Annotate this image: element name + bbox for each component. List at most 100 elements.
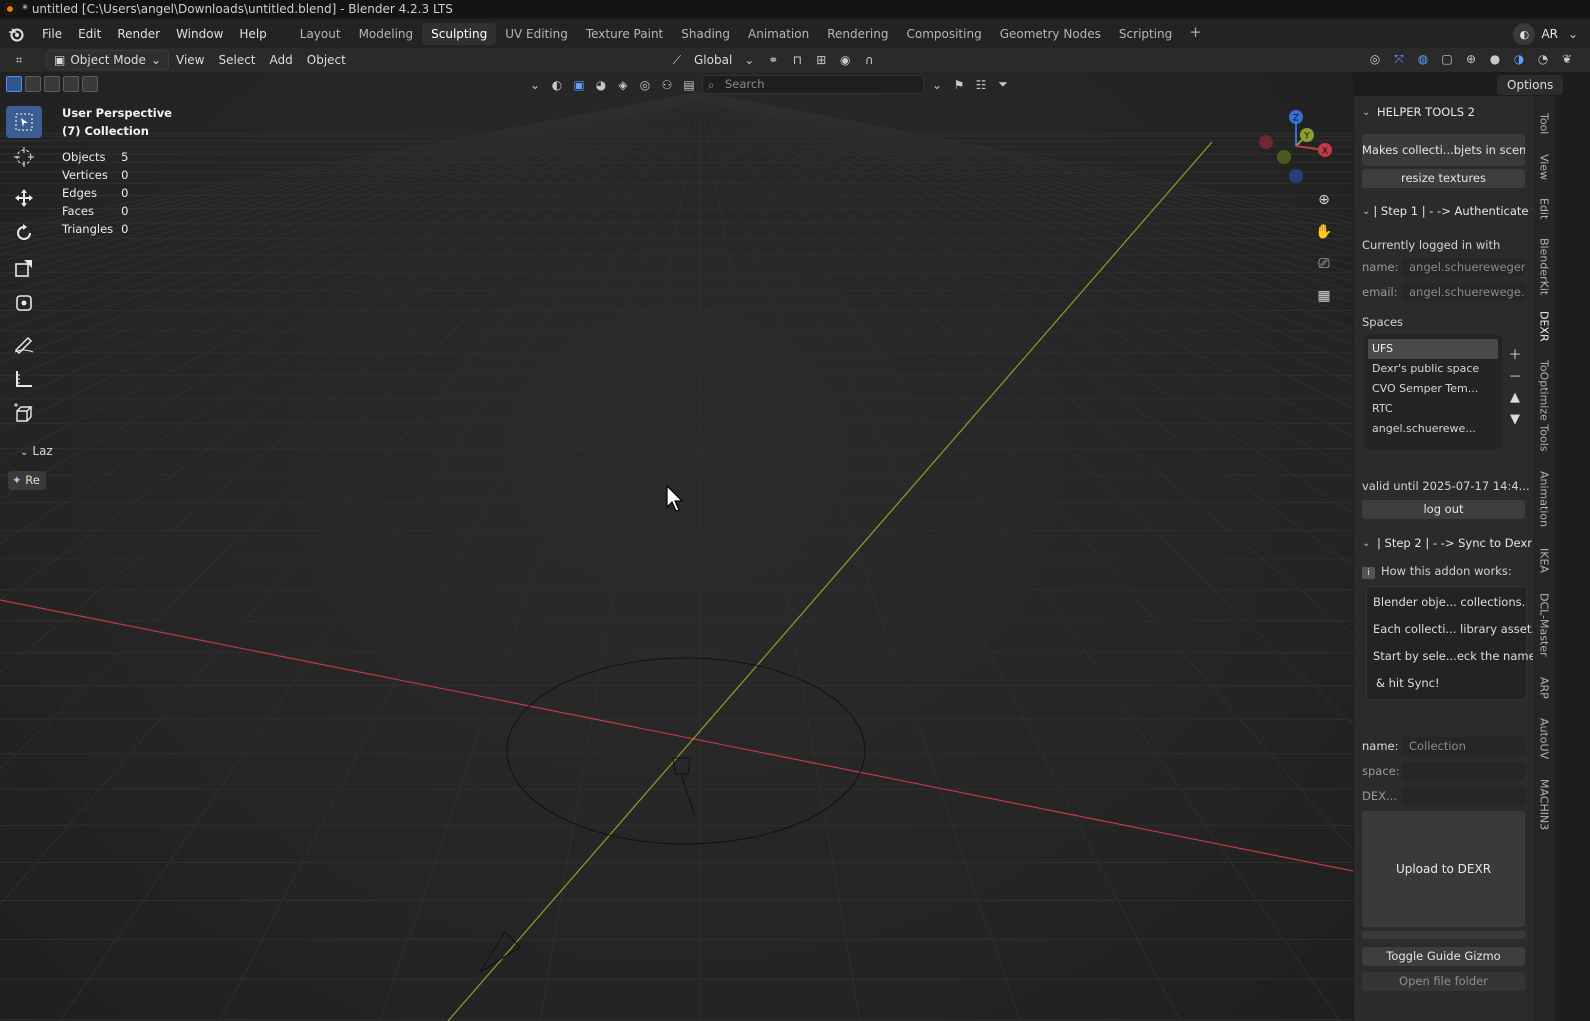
select-box-tool-icon[interactable]: [6, 106, 42, 138]
filter-icon[interactable]: ⏷: [994, 76, 1012, 94]
move-down-icon[interactable]: ▼: [1506, 412, 1524, 427]
camera-view-icon[interactable]: ⎚: [1313, 254, 1335, 274]
transform-tool-icon[interactable]: [6, 287, 42, 319]
tab-edit[interactable]: Edit: [1533, 190, 1555, 228]
menu-window[interactable]: Window: [168, 23, 231, 45]
chevron-down-icon[interactable]: ⌄: [526, 76, 544, 94]
tab-layout[interactable]: Layout: [291, 23, 350, 45]
list-item[interactable]: Dexr's public space: [1368, 359, 1498, 379]
menu-file[interactable]: File: [34, 23, 70, 45]
orientation-dropdown[interactable]: Global: [692, 50, 734, 70]
color-icon[interactable]: ◐: [548, 76, 566, 94]
spaces-list[interactable]: UFS Dexr's public space CVO Semper Tem..…: [1364, 335, 1502, 449]
add-icon[interactable]: ＋: [1506, 346, 1524, 363]
tab-dexr[interactable]: DEXR: [1533, 304, 1555, 348]
display-mode-icon[interactable]: ☷: [972, 76, 990, 94]
add-workspace-icon[interactable]: +: [1181, 23, 1210, 45]
tab-scripting[interactable]: Scripting: [1110, 23, 1181, 45]
visibility-icon[interactable]: ◎: [1366, 50, 1384, 68]
add-cube-tool-icon[interactable]: [6, 398, 42, 430]
rendered-shading-icon[interactable]: ◔: [1534, 50, 1552, 68]
make-collections-button[interactable]: Makes collecti...bjets in scene: [1362, 134, 1525, 166]
select-extend-icon[interactable]: [25, 76, 41, 92]
tab-texture-paint[interactable]: Texture Paint: [577, 23, 672, 45]
rotate-tool-icon[interactable]: [6, 217, 42, 249]
measure-tool-icon[interactable]: [6, 363, 42, 395]
ortho-grid-icon[interactable]: ▦: [1313, 286, 1335, 306]
object-filter-icon[interactable]: ▣: [570, 76, 588, 94]
tab-animation-panel[interactable]: Animation: [1533, 464, 1555, 534]
scene-name[interactable]: AR: [1541, 27, 1558, 41]
chevron-down-icon[interactable]: ⌄: [740, 51, 758, 69]
menu-help[interactable]: Help: [231, 23, 274, 45]
list-item[interactable]: angel.schuerewe...: [1368, 419, 1498, 439]
overlay-icon[interactable]: ◍: [1414, 50, 1432, 68]
tab-dcl-master[interactable]: DCL-Master: [1533, 586, 1555, 664]
email-field[interactable]: angel.schuerewege...: [1402, 283, 1525, 301]
tab-modeling[interactable]: Modeling: [350, 23, 423, 45]
search-input[interactable]: ⌕ Search: [702, 75, 924, 94]
material-icon[interactable]: ◈: [614, 76, 632, 94]
collection-name-field[interactable]: Collection: [1402, 737, 1525, 755]
world-icon[interactable]: ◎: [636, 76, 654, 94]
gizmo-icon[interactable]: ⤧: [1390, 50, 1408, 68]
menu-view[interactable]: View: [169, 50, 211, 70]
tab-arp[interactable]: ARP: [1533, 670, 1555, 706]
proportional-edit-icon[interactable]: ◉: [836, 51, 854, 69]
upload-to-dexr-button[interactable]: Upload to DEXR: [1362, 811, 1525, 927]
tab-shading[interactable]: Shading: [672, 23, 739, 45]
solid-shading-icon[interactable]: ●: [1486, 50, 1504, 68]
menu-add[interactable]: Add: [263, 50, 300, 70]
helper-tools-header[interactable]: ⌄ HELPER TOOLS 2: [1354, 101, 1533, 123]
tab-geometry-nodes[interactable]: Geometry Nodes: [991, 23, 1110, 45]
toggle-gizmo-button[interactable]: Toggle Guide Gizmo: [1362, 947, 1525, 966]
zoom-icon[interactable]: ⊕: [1313, 190, 1335, 210]
move-tool-icon[interactable]: [6, 182, 42, 214]
tab-rendering[interactable]: Rendering: [818, 23, 897, 45]
xray-icon[interactable]: ▢: [1438, 50, 1456, 68]
scale-tool-icon[interactable]: [6, 252, 42, 284]
mode-dropdown[interactable]: ▣ Object Mode ⌄: [46, 50, 169, 70]
name-field[interactable]: angel.schuerewegen: [1402, 258, 1525, 276]
select-invert-icon[interactable]: [63, 76, 79, 92]
tab-view[interactable]: View: [1533, 148, 1555, 186]
3d-viewport[interactable]: [0, 72, 1353, 1021]
logout-button[interactable]: log out: [1362, 500, 1525, 519]
menu-select[interactable]: Select: [211, 50, 262, 70]
material-shading-icon[interactable]: ◑: [1510, 50, 1528, 68]
snap-target-icon[interactable]: ⊞: [812, 51, 830, 69]
addon-icon[interactable]: ❦: [1558, 50, 1576, 68]
falloff-icon[interactable]: ∩: [860, 51, 878, 69]
open-folder-button[interactable]: Open file folder: [1362, 972, 1525, 991]
options-dropdown[interactable]: Options: [1497, 75, 1564, 95]
tab-animation[interactable]: Animation: [739, 23, 818, 45]
last-operator-panel[interactable]: ⌄ Laz: [20, 444, 53, 458]
move-up-icon[interactable]: ▲: [1506, 390, 1524, 405]
image-icon[interactable]: ▤: [680, 76, 698, 94]
wireframe-shading-icon[interactable]: ⊕: [1462, 50, 1480, 68]
step1-header[interactable]: ⌄ | Step 1 | - -> Authenticate wit: [1354, 200, 1533, 222]
blender-logo-icon[interactable]: [8, 26, 24, 42]
pivot-icon[interactable]: ⚭: [764, 51, 782, 69]
chevron-down-icon[interactable]: ⌄: [928, 76, 946, 94]
cursor-tool-icon[interactable]: [6, 141, 42, 173]
resize-textures-button[interactable]: resize textures: [1362, 169, 1525, 188]
tab-uv-editing[interactable]: UV Editing: [496, 23, 577, 45]
navigation-gizmo[interactable]: Z Y X: [1256, 106, 1336, 186]
tab-autouv[interactable]: AutoUV: [1533, 712, 1555, 766]
list-item[interactable]: CVO Semper Tem...: [1368, 379, 1498, 399]
chevron-down-icon[interactable]: ⌄: [1564, 25, 1582, 43]
remove-icon[interactable]: －: [1506, 368, 1524, 385]
redo-button[interactable]: ✦ Re: [8, 471, 46, 490]
annotate-tool-icon[interactable]: [6, 328, 42, 360]
menu-edit[interactable]: Edit: [70, 23, 109, 45]
sphere-icon[interactable]: ◕: [592, 76, 610, 94]
tab-tool[interactable]: Tool: [1533, 104, 1555, 144]
tab-blenderkit[interactable]: BlenderKit: [1533, 234, 1555, 300]
select-intersect-icon[interactable]: [82, 76, 98, 92]
space-field[interactable]: [1402, 762, 1525, 780]
pan-hand-icon[interactable]: ✋: [1313, 222, 1335, 242]
scene-icon[interactable]: ◐: [1513, 23, 1536, 45]
scene-filter-icon[interactable]: ⚇: [658, 76, 676, 94]
dex-field[interactable]: [1402, 787, 1525, 805]
